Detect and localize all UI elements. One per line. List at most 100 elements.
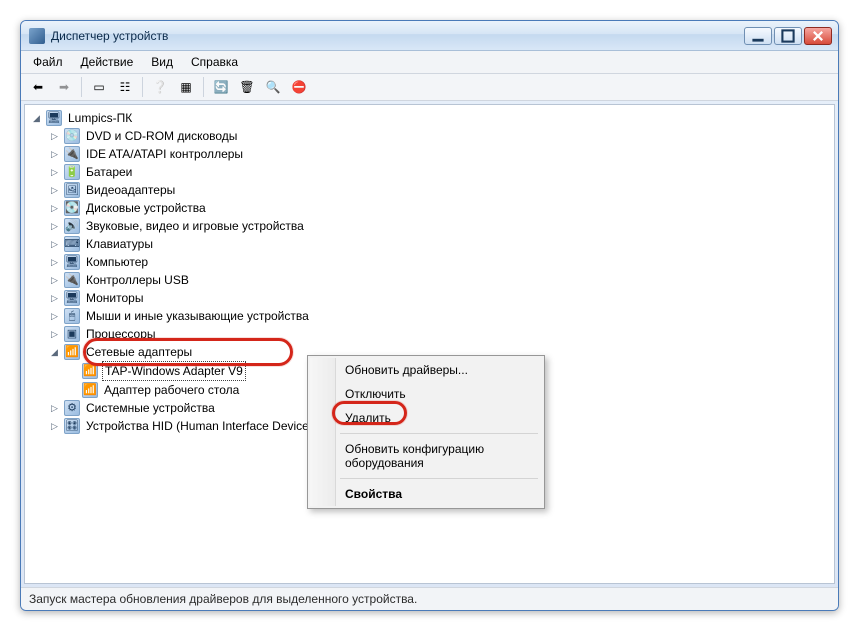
- tree-node-label: DVD и CD-ROM дисководы: [84, 127, 239, 145]
- tree-category[interactable]: ▷ 🖱Мыши и иные указывающие устройства: [47, 307, 834, 325]
- tree-node-label: Системные устройства: [84, 399, 217, 417]
- refresh-icon: 🔄: [214, 80, 229, 94]
- tree-category[interactable]: ▷ 💽Дисковые устройства: [47, 199, 834, 217]
- network-adapter-icon: 📶: [82, 382, 98, 398]
- collapse-icon[interactable]: ◢: [49, 347, 60, 358]
- status-text: Запуск мастера обновления драйверов для …: [29, 592, 417, 606]
- arrow-left-icon: ⬅: [33, 80, 43, 94]
- tree-category[interactable]: ▷ 🖥Компьютер: [47, 253, 834, 271]
- tree-category[interactable]: ▷▣Процессоры: [47, 325, 834, 343]
- network-icon: 📶: [64, 344, 80, 360]
- toolbar-separator: [203, 77, 204, 97]
- tree-category[interactable]: ▷ 🔋Батареи: [47, 163, 834, 181]
- maximize-button[interactable]: [774, 27, 802, 45]
- tree-category[interactable]: ▷ 💿DVD и CD-ROM дисководы: [47, 127, 834, 145]
- uninstall-button[interactable]: 🗑: [235, 76, 259, 98]
- tree-node-label: Видеоадаптеры: [84, 181, 177, 199]
- status-bar: Запуск мастера обновления драйверов для …: [21, 587, 838, 610]
- context-rescan[interactable]: Обновить конфигурацию оборудования: [310, 437, 542, 475]
- tree-category[interactable]: ▷ ⌨Клавиатуры: [47, 235, 834, 253]
- properties-button[interactable]: ☷: [113, 76, 137, 98]
- grid-icon: ▦: [180, 80, 191, 94]
- help-icon: ❔: [153, 80, 168, 94]
- tree-category[interactable]: ▷ 🔌IDE ATA/ATAPI контроллеры: [47, 145, 834, 163]
- app-icon: [29, 28, 45, 44]
- category-icon: 🖥: [64, 254, 80, 270]
- expand-icon[interactable]: ▷: [49, 131, 60, 142]
- tree-category[interactable]: ▷ 🖼Видеоадаптеры: [47, 181, 834, 199]
- list-icon: ☷: [120, 80, 131, 94]
- menu-file[interactable]: Файл: [25, 53, 71, 71]
- toolbar-separator: [142, 77, 143, 97]
- back-button[interactable]: ⬅: [26, 76, 50, 98]
- category-icon: 💿: [64, 128, 80, 144]
- expand-icon[interactable]: ▷: [49, 403, 60, 414]
- expand-icon[interactable]: ▷: [49, 185, 60, 196]
- category-icon: 🔊: [64, 218, 80, 234]
- expand-icon[interactable]: ▷: [49, 203, 60, 214]
- help-button[interactable]: ❔: [148, 76, 172, 98]
- context-disable[interactable]: Отключить: [310, 382, 542, 406]
- minimize-button[interactable]: [744, 27, 772, 45]
- toolbar-separator: [81, 77, 82, 97]
- tree-category[interactable]: ▷ 🖥Мониторы: [47, 289, 834, 307]
- expand-icon[interactable]: ▷: [49, 149, 60, 160]
- forward-button[interactable]: ➡: [52, 76, 76, 98]
- tree-node-label: Клавиатуры: [84, 235, 155, 253]
- expand-icon[interactable]: ▷: [49, 311, 60, 322]
- category-icon: 🔋: [64, 164, 80, 180]
- context-delete[interactable]: Удалить: [310, 406, 542, 430]
- show-hidden-button[interactable]: ▭: [87, 76, 111, 98]
- device-tree-pane[interactable]: ◢ 🖥 Lumpics-ПК ▷💿DVD и CD-ROM дисководы▷…: [24, 104, 835, 584]
- update-driver-button[interactable]: 🔄: [209, 76, 233, 98]
- uninstall-icon: 🗑: [239, 80, 254, 94]
- expand-icon[interactable]: ▷: [49, 239, 60, 250]
- window-icon: ▭: [93, 80, 104, 94]
- context-separator: [340, 433, 538, 434]
- title-bar[interactable]: Диспетчер устройств: [21, 21, 838, 51]
- context-update-drivers[interactable]: Обновить драйверы...: [310, 358, 542, 382]
- expand-icon[interactable]: ▷: [49, 221, 60, 232]
- category-icon: 🖱: [64, 308, 80, 324]
- category-icon: ⌨: [64, 236, 80, 252]
- menu-help[interactable]: Справка: [183, 53, 246, 71]
- tree-node-label: Адаптер рабочего стола: [102, 381, 241, 399]
- tree-node-label: Мыши и иные указывающие устройства: [84, 307, 311, 325]
- disable-button[interactable]: ⛔: [287, 76, 311, 98]
- category-icon: 🔌: [64, 146, 80, 162]
- tree-category[interactable]: ▷ 🔊Звуковые, видео и игровые устройства: [47, 217, 834, 235]
- computer-icon: 🖥: [46, 110, 62, 126]
- scan-hardware-button[interactable]: 🔍: [261, 76, 285, 98]
- tree-node-label: Звуковые, видео и игровые устройства: [84, 217, 306, 235]
- category-icon: 🖥: [64, 290, 80, 306]
- disable-icon: ⛔: [292, 80, 307, 94]
- tree-root[interactable]: ◢ 🖥 Lumpics-ПК: [29, 109, 834, 127]
- close-button[interactable]: [804, 27, 832, 45]
- tree-node-label: TAP-Windows Adapter V9: [102, 361, 246, 381]
- tree-category[interactable]: ▷🔌Контроллеры USB: [47, 271, 834, 289]
- root-label: Lumpics-ПК: [66, 109, 134, 127]
- arrow-right-icon: ➡: [59, 80, 69, 94]
- menu-action[interactable]: Действие: [73, 53, 142, 71]
- tree-node-label: IDE ATA/ATAPI контроллеры: [84, 145, 245, 163]
- tree-node-label: Мониторы: [84, 289, 145, 307]
- collapse-icon[interactable]: ◢: [31, 113, 42, 124]
- expand-icon[interactable]: ▷: [49, 293, 60, 304]
- tree-node-label: Батареи: [84, 163, 134, 181]
- refresh-button[interactable]: ▦: [174, 76, 198, 98]
- expand-icon[interactable]: ▷: [49, 257, 60, 268]
- category-icon: 💽: [64, 200, 80, 216]
- tree-node-label: Дисковые устройства: [84, 199, 208, 217]
- menu-view[interactable]: Вид: [143, 53, 181, 71]
- expand-icon[interactable]: ▷: [49, 167, 60, 178]
- expand-icon[interactable]: ▷: [49, 275, 60, 286]
- expand-icon[interactable]: ▷: [49, 329, 60, 340]
- category-icon: 🖼: [64, 182, 80, 198]
- tree-node-label: Компьютер: [84, 253, 150, 271]
- category-icon: 🎛: [64, 418, 80, 434]
- expand-icon[interactable]: [67, 366, 78, 377]
- expand-icon[interactable]: [67, 385, 78, 396]
- expand-icon[interactable]: ▷: [49, 421, 60, 432]
- toolbar: ⬅ ➡ ▭ ☷ ❔ ▦ 🔄 🗑 🔍 ⛔: [21, 74, 838, 101]
- context-properties[interactable]: Свойства: [310, 482, 542, 506]
